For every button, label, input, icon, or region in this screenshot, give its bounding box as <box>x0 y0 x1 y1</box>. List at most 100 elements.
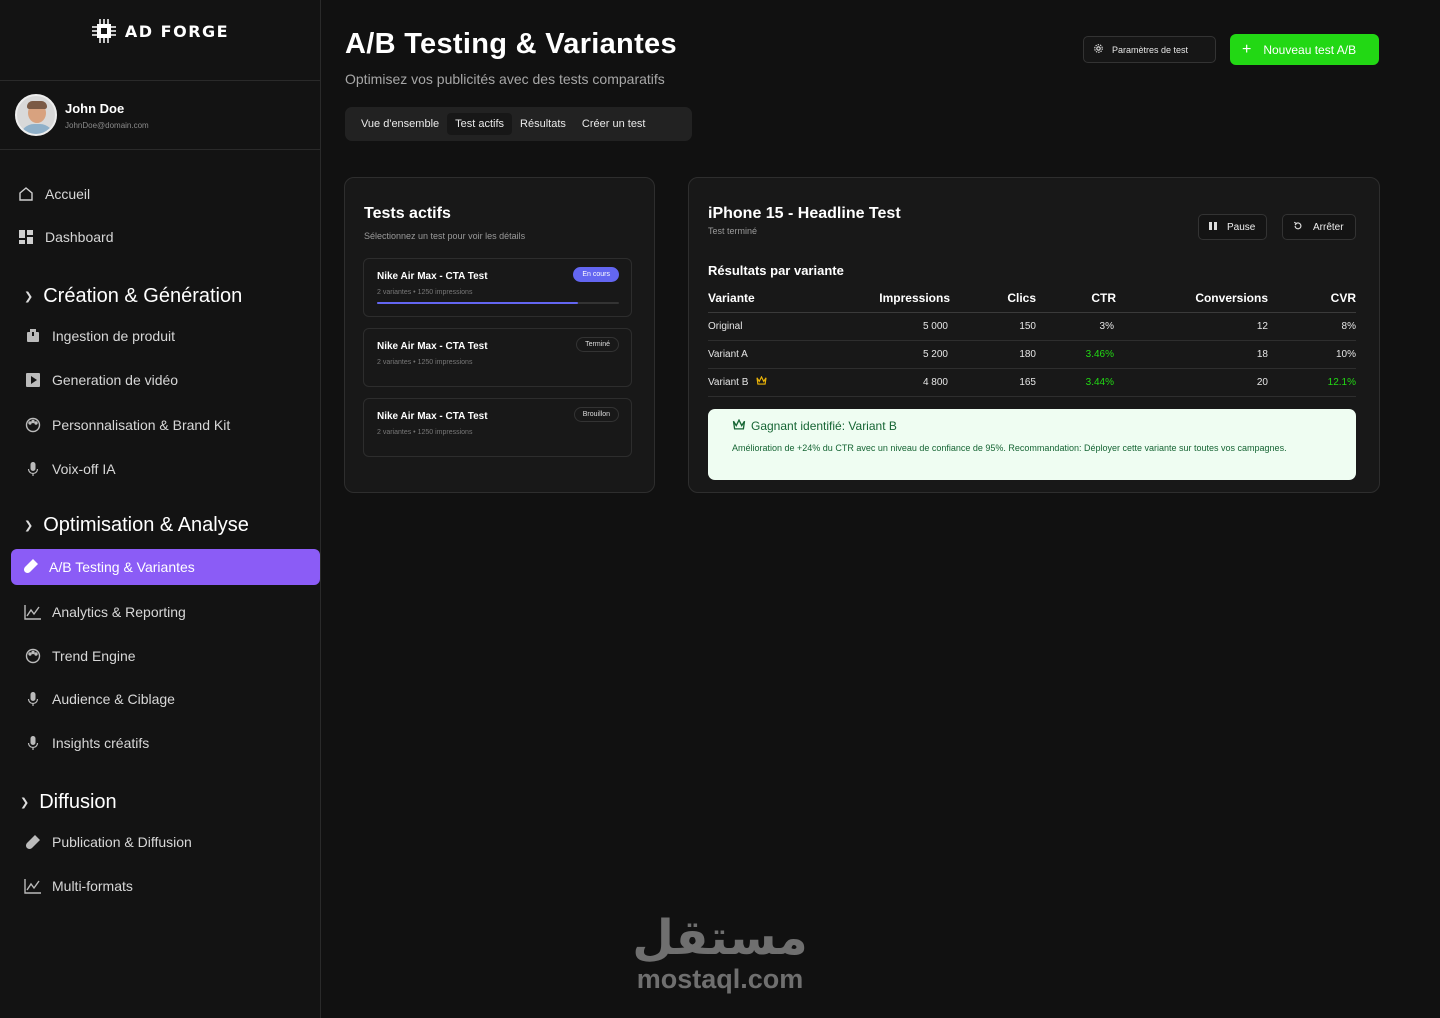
chip-logo-icon <box>91 19 116 43</box>
test-tube-icon <box>23 558 39 577</box>
column-header: Variante <box>708 285 818 313</box>
section-title: Création & Génération <box>43 285 243 307</box>
cvr-cell: 10% <box>1268 340 1356 369</box>
sidebar-item-label: A/B Testing & Variantes <box>49 559 195 575</box>
brand-logo[interactable]: AD FORGE <box>0 0 320 81</box>
sidebar-item-voix-off[interactable]: Voix-off IA <box>24 460 116 478</box>
rotate-icon <box>1293 221 1303 234</box>
test-settings-label: Paramètres de test <box>1112 44 1189 55</box>
sidebar-item-publication[interactable]: Publication & Diffusion <box>24 833 192 851</box>
sidebar-item-label: Voix-off IA <box>52 461 116 477</box>
test-settings-button[interactable]: Paramètres de test <box>1083 36 1216 63</box>
test-list-item[interactable]: Nike Air Max - CTA Test 2 variantes • 12… <box>363 328 632 387</box>
status-badge: En cours <box>573 267 619 282</box>
test-list-item[interactable]: Nike Air Max - CTA Test 2 variantes • 12… <box>363 258 632 317</box>
microphone-icon <box>24 690 42 708</box>
variant-name: Variant B <box>708 377 749 388</box>
pause-icon <box>1209 221 1217 233</box>
sidebar-item-dashboard[interactable]: Dashboard <box>17 228 114 246</box>
gear-icon <box>1093 43 1104 56</box>
clicks-cell: 165 <box>950 368 1036 397</box>
active-tests-subtitle: Sélectionnez un test pour voir les détai… <box>364 231 526 241</box>
section-optimisation[interactable]: ❯ Optimisation & Analyse <box>24 514 249 537</box>
user-profile[interactable]: John Doe JohnDoe@domain.com <box>0 81 320 150</box>
package-icon <box>24 327 42 345</box>
play-icon <box>24 371 42 389</box>
microphone-icon <box>24 460 42 478</box>
impressions-cell: 4 800 <box>818 368 950 397</box>
sidebar-item-audience[interactable]: Audience & Ciblage <box>24 690 175 708</box>
user-email: JohnDoe@domain.com <box>65 120 149 130</box>
sidebar-item-label: Accueil <box>45 186 91 202</box>
table-row[interactable]: Variant A 5 200 180 3.46% 18 10% <box>708 340 1356 369</box>
stop-button[interactable]: Arrêter <box>1282 214 1356 240</box>
conversions-cell: 20 <box>1116 368 1268 397</box>
table-header-row: Variante Impressions Clics CTR Conversio… <box>708 285 1356 313</box>
sidebar-item-ab-testing[interactable]: A/B Testing & Variantes <box>11 549 320 585</box>
active-tests-title: Tests actifs <box>364 205 451 222</box>
section-creation[interactable]: ❯ Création & Génération <box>24 285 242 308</box>
winner-title: Gagnant identifié: Variant B <box>732 418 897 433</box>
page-subtitle: Optimisez vos publicités avec des tests … <box>345 71 665 87</box>
sidebar-item-label: Multi-formats <box>52 878 133 894</box>
sidebar-item-label: Analytics & Reporting <box>52 604 186 620</box>
impressions-cell: 5 000 <box>818 312 950 341</box>
sidebar-item-label: Ingestion de produit <box>52 328 175 344</box>
line-chart-icon <box>24 603 42 621</box>
sidebar-item-label: Audience & Ciblage <box>52 691 175 707</box>
pause-button[interactable]: Pause <box>1198 214 1267 240</box>
section-title: Diffusion <box>39 791 117 813</box>
sidebar-item-analytics[interactable]: Analytics & Reporting <box>24 603 186 621</box>
new-ab-test-label: Nouveau test A/B <box>1263 42 1357 57</box>
tab-create-test[interactable]: Créer un test <box>574 113 654 135</box>
palette-icon <box>24 647 42 665</box>
chevron-down-icon: ❯ <box>24 520 34 532</box>
stop-label: Arrêter <box>1313 221 1344 233</box>
active-tests-card: Tests actifs Sélectionnez un test pour v… <box>344 177 655 493</box>
column-header: Conversions <box>1116 285 1268 313</box>
dashboard-icon <box>17 228 35 246</box>
chevron-down-icon: ❯ <box>20 797 30 809</box>
sidebar-item-brand-kit[interactable]: Personnalisation & Brand Kit <box>24 416 230 434</box>
sidebar-item-ingestion[interactable]: Ingestion de produit <box>24 327 175 345</box>
tab-active-tests[interactable]: Test actifs <box>447 113 513 135</box>
test-name: Nike Air Max - CTA Test <box>377 341 488 352</box>
chevron-down-icon: ❯ <box>24 291 34 303</box>
test-tube-icon <box>24 833 42 851</box>
avatar <box>15 94 57 136</box>
conversions-cell: 18 <box>1116 340 1268 369</box>
sidebar-item-trend[interactable]: Trend Engine <box>24 647 136 665</box>
table-row[interactable]: Original 5 000 150 3% 12 8% <box>708 312 1356 341</box>
column-header: CTR <box>1036 285 1116 313</box>
tab-overview[interactable]: Vue d'ensemble <box>353 113 447 135</box>
test-progress-bar <box>377 302 619 304</box>
new-ab-test-button[interactable]: + Nouveau test A/B <box>1230 34 1379 65</box>
plus-icon: + <box>1242 40 1252 58</box>
tab-results[interactable]: Résultats <box>512 113 574 135</box>
winner-recommendation: Amélioration de +24% du CTR avec un nive… <box>732 443 1287 453</box>
test-list-item[interactable]: Nike Air Max - CTA Test 2 variantes • 12… <box>363 398 632 457</box>
crown-icon <box>732 418 746 433</box>
sidebar-item-video[interactable]: Generation de vidéo <box>24 371 178 389</box>
page-title: A/B Testing & Variantes <box>345 28 677 60</box>
sidebar-item-accueil[interactable]: Accueil <box>17 185 90 203</box>
table-row[interactable]: Variant B 4 800 165 3.44% 20 12.1% <box>708 368 1356 397</box>
ctr-cell: 3.44% <box>1036 368 1116 397</box>
pause-label: Pause <box>1227 221 1256 233</box>
user-name: John Doe <box>65 100 125 116</box>
test-meta: 2 variantes • 1250 impressions <box>377 359 473 366</box>
sidebar-item-insights[interactable]: Insights créatifs <box>24 734 149 752</box>
test-meta: 2 variantes • 1250 impressions <box>377 289 473 296</box>
sidebar-item-label: Insights créatifs <box>52 735 150 751</box>
test-name: Nike Air Max - CTA Test <box>377 271 488 282</box>
test-name: Nike Air Max - CTA Test <box>377 411 488 422</box>
test-detail-status: Test terminé <box>708 226 758 236</box>
brand-name: AD FORGE <box>124 21 230 41</box>
column-header: Impressions <box>818 285 950 313</box>
section-title: Optimisation & Analyse <box>43 514 249 536</box>
microphone-icon <box>24 734 42 752</box>
section-diffusion[interactable]: ❯ Diffusion <box>20 791 117 814</box>
sidebar-item-multi-formats[interactable]: Multi-formats <box>24 877 133 895</box>
watermark: مستقل mostaql.com <box>630 910 810 993</box>
sidebar-item-label: Trend Engine <box>52 648 136 664</box>
